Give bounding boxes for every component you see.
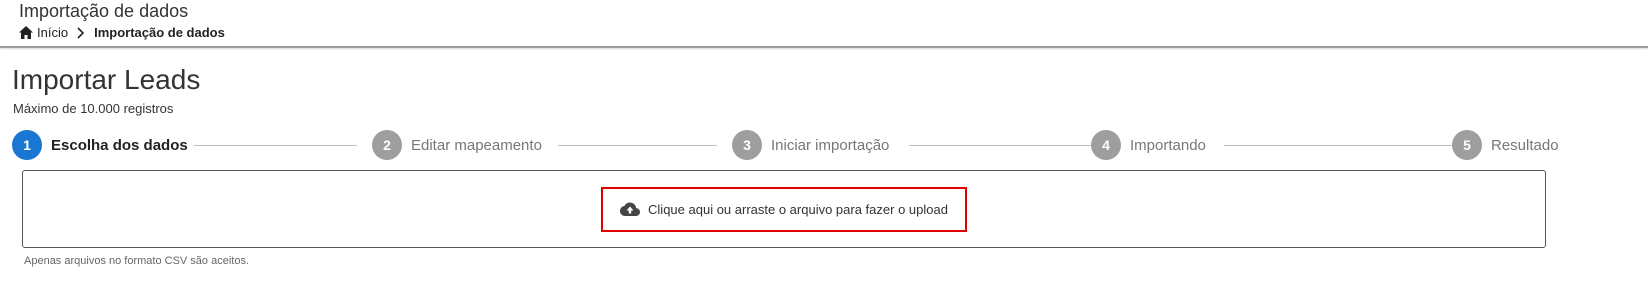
breadcrumb-current: Importação de dados [94,25,225,40]
step-number: 3 [732,130,762,160]
step-choose-data[interactable]: 1 Escolha dos dados [12,130,188,160]
step-number: 2 [372,130,402,160]
step-number: 1 [12,130,42,160]
breadcrumb: Início Importação de dados [19,25,225,40]
step-label: Editar mapeamento [411,136,542,154]
step-connector [558,145,717,146]
upload-instruction: Clique aqui ou arraste o arquivo para fa… [648,202,948,217]
cloud-upload-icon [620,202,641,216]
step-importing[interactable]: 4 Importando [1091,130,1206,160]
header-title: Importação de dados [19,1,189,21]
step-result[interactable]: 5 Resultado [1452,130,1559,160]
step-number: 5 [1452,130,1482,160]
breadcrumb-home-link[interactable]: Início [37,25,68,40]
step-label: Escolha dos dados [51,136,188,154]
file-format-hint: Apenas arquivos no formato CSV são aceit… [24,255,250,267]
step-label: Importando [1130,136,1206,154]
home-icon[interactable] [19,26,33,39]
step-start-import[interactable]: 3 Iniciar importação [732,130,889,160]
step-edit-mapping[interactable]: 2 Editar mapeamento [372,130,542,160]
upload-button[interactable]: Clique aqui ou arraste o arquivo para fa… [601,187,967,232]
step-connector [1224,145,1452,146]
step-connector [909,145,1091,146]
import-stepper: 1 Escolha dos dados 2 Editar mapeamento … [12,130,1640,162]
step-label: Resultado [1491,136,1559,154]
chevron-right-icon [77,26,85,39]
page-title: Importar Leads [12,64,201,95]
step-number: 4 [1091,130,1121,160]
top-header: Importação de dados Início Importação de… [0,0,1648,48]
step-label: Iniciar importação [771,136,890,154]
page-subtitle: Máximo de 10.000 registros [13,101,174,116]
step-connector [194,145,357,146]
